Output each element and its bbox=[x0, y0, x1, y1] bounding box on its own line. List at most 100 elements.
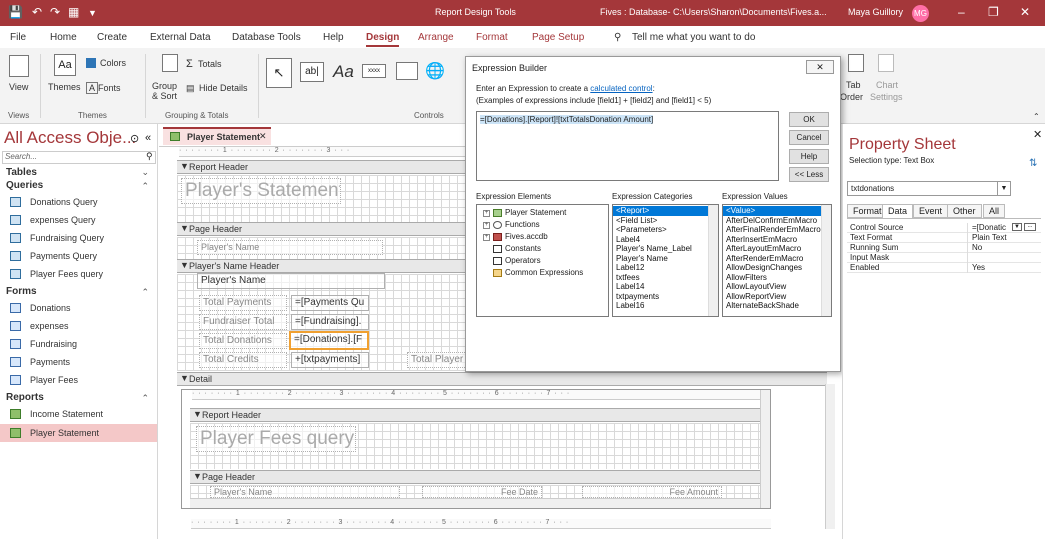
search-icon[interactable]: ⚲ bbox=[614, 32, 621, 43]
category-item[interactable]: <Report> bbox=[613, 206, 718, 216]
button-control-icon[interactable]: xxxx bbox=[362, 64, 386, 78]
values-scrollbar[interactable] bbox=[821, 205, 831, 316]
themes-button[interactable]: Themes bbox=[48, 82, 81, 92]
subreport-control[interactable]: · · · · · · · 1 · · · · · · · 2 · · · · … bbox=[181, 389, 771, 509]
customize-icon[interactable]: ▼ bbox=[88, 8, 97, 18]
close-tab-icon[interactable]: ✕ bbox=[259, 131, 267, 142]
nav-section-forms[interactable]: Forms bbox=[6, 286, 37, 297]
tab-page-setup[interactable]: Page Setup bbox=[532, 32, 584, 43]
ps-tab-other[interactable]: Other bbox=[947, 204, 982, 218]
nav-section-tables[interactable]: Tables bbox=[6, 167, 37, 178]
tab-control-icon[interactable] bbox=[396, 62, 418, 80]
search-icon[interactable]: ⚲ bbox=[146, 151, 153, 162]
collapse-icon[interactable]: ⌃ bbox=[141, 393, 149, 404]
category-item[interactable]: <Parameters> bbox=[613, 225, 718, 235]
less-button[interactable]: << Less bbox=[789, 167, 829, 182]
nav-search-input[interactable]: Search... bbox=[2, 151, 156, 164]
report-title-label[interactable]: Player's Statement bbox=[181, 178, 341, 204]
close-icon[interactable]: ✕ bbox=[1020, 5, 1030, 19]
tab-order-label[interactable]: Tab bbox=[846, 80, 861, 90]
total-donations-label[interactable]: Total Donations bbox=[199, 333, 287, 349]
ps-tab-event[interactable]: Event bbox=[913, 204, 949, 218]
subreport-horizontal-scrollbar[interactable] bbox=[190, 498, 760, 508]
tree-item-operators[interactable]: Operators bbox=[477, 255, 608, 267]
help-button[interactable]: Help bbox=[789, 149, 829, 164]
nav-title[interactable]: All Access Obje... bbox=[4, 128, 136, 148]
tab-help[interactable]: Help bbox=[323, 32, 344, 43]
nav-item-expenses-form[interactable]: expenses bbox=[0, 317, 157, 335]
save-icon[interactable]: 💾 bbox=[8, 5, 23, 19]
category-item[interactable]: Player's Name_Label bbox=[613, 244, 718, 254]
tab-database-tools[interactable]: Database Tools bbox=[232, 32, 301, 43]
restore-icon[interactable]: ❐ bbox=[988, 5, 999, 19]
view-button[interactable]: View bbox=[9, 82, 28, 92]
value-item[interactable]: AfterLayoutEmMacro bbox=[723, 244, 831, 254]
chevron-down-icon[interactable]: ▼ bbox=[997, 182, 1010, 195]
nav-item-expenses-query[interactable]: expenses Query bbox=[0, 211, 157, 229]
minimize-icon[interactable]: – bbox=[958, 5, 965, 19]
value-item[interactable]: AfterRenderEmMacro bbox=[723, 254, 831, 264]
category-item[interactable]: Label16 bbox=[613, 301, 718, 311]
calculated-control-link[interactable]: calculated control bbox=[590, 84, 652, 93]
expand-icon[interactable]: ⌄ bbox=[141, 167, 149, 178]
value-item[interactable]: AllowLayoutView bbox=[723, 282, 831, 292]
total-credits-label[interactable]: Total Credits bbox=[199, 352, 287, 368]
design-vertical-scrollbar[interactable] bbox=[825, 384, 835, 529]
nav-item-fundraising-query[interactable]: Fundraising Query bbox=[0, 229, 157, 247]
nav-item-player-statement[interactable]: Player Statement bbox=[0, 424, 157, 442]
category-item[interactable]: Player's Name bbox=[613, 254, 718, 264]
subreport-vertical-scrollbar[interactable] bbox=[760, 390, 770, 508]
total-payments-textbox[interactable]: =[Payments Qu bbox=[291, 295, 369, 311]
view-icon[interactable] bbox=[9, 55, 29, 77]
category-item[interactable]: txtfees bbox=[613, 273, 718, 283]
fundraiser-total-label[interactable]: Fundraiser Total bbox=[199, 314, 287, 330]
expression-textarea[interactable]: =[Donations].[Report]![txtTotalsDonation… bbox=[476, 111, 779, 181]
subreport-col-fee-amount[interactable]: Fee Amount bbox=[582, 486, 722, 498]
expression-elements-list[interactable]: + Player Statement + Functions + Fives.accd… bbox=[476, 204, 609, 317]
label-control-icon[interactable]: Aa bbox=[333, 62, 354, 82]
nav-item-payments-query[interactable]: Payments Query bbox=[0, 247, 157, 265]
property-row-running-sum[interactable]: Running Sum No bbox=[847, 243, 1041, 253]
nav-item-player-fees-query[interactable]: Player Fees query bbox=[0, 265, 157, 283]
total-credits-textbox[interactable]: +[txtpayments] bbox=[291, 352, 369, 368]
section-players-name-header[interactable]: ▼ Player's Name Header bbox=[177, 259, 477, 273]
nav-item-payments-form[interactable]: Payments bbox=[0, 353, 157, 371]
subreport-title-label[interactable]: Player Fees query bbox=[196, 426, 356, 452]
folder-icon[interactable]: ▦ bbox=[68, 5, 79, 19]
group-sort-button[interactable]: Group & Sort bbox=[152, 81, 182, 101]
subreport-col-fee-date[interactable]: Fee Date bbox=[422, 486, 542, 498]
hyperlink-control-icon[interactable]: 🌐 bbox=[425, 61, 445, 81]
undo-icon[interactable]: ↶ bbox=[32, 5, 42, 19]
subreport-section-page-header[interactable]: ▼ Page Header bbox=[190, 470, 760, 484]
value-item[interactable]: AfterFinalRenderEmMacro bbox=[723, 225, 831, 235]
sort-icon[interactable]: ⇅ bbox=[1029, 158, 1037, 169]
tab-external-data[interactable]: External Data bbox=[150, 32, 211, 43]
property-row-text-format[interactable]: Text Format Plain Text bbox=[847, 233, 1041, 243]
nav-item-player-fees-form[interactable]: Player Fees bbox=[0, 371, 157, 389]
colors-button[interactable]: Colors bbox=[100, 58, 126, 68]
tree-item-player-statement[interactable]: + Player Statement bbox=[477, 207, 608, 219]
value-item[interactable]: <Value> bbox=[723, 206, 831, 216]
category-item[interactable]: txtpayments bbox=[613, 292, 718, 302]
order-label[interactable]: Order bbox=[840, 92, 863, 102]
tree-item-common-expressions[interactable]: Common Expressions bbox=[477, 267, 608, 279]
subreport-col-players-name[interactable]: Player's Name bbox=[210, 486, 400, 498]
cancel-button[interactable]: Cancel bbox=[789, 130, 829, 145]
value-item[interactable]: AfterInsertEmMacro bbox=[723, 235, 831, 245]
property-row-control-source[interactable]: Control Source =[Donatic ▼... bbox=[847, 223, 1041, 233]
expression-values-list[interactable]: <Value> AfterDelConfirmEmMacro AfterFina… bbox=[722, 204, 832, 317]
tell-me-input[interactable]: Tell me what you want to do bbox=[632, 32, 755, 43]
players-name-textbox[interactable]: Player's Name bbox=[197, 273, 385, 289]
value-item[interactable]: AllowDesignChanges bbox=[723, 263, 831, 273]
select-pointer-icon[interactable]: ↖ bbox=[266, 58, 292, 88]
nav-item-income-statement[interactable]: Income Statement bbox=[0, 405, 157, 423]
tree-item-functions[interactable]: + Functions bbox=[477, 219, 608, 231]
hide-details-button[interactable]: Hide Details bbox=[199, 83, 248, 93]
tab-design[interactable]: Design bbox=[366, 32, 400, 47]
tab-format[interactable]: Format bbox=[476, 32, 508, 43]
avatar[interactable]: MG bbox=[912, 5, 929, 22]
section-page-header[interactable]: ▼ Page Header bbox=[177, 222, 477, 236]
category-item[interactable]: Label12 bbox=[613, 263, 718, 273]
tab-player-statement[interactable]: Player Statement ✕ bbox=[163, 127, 271, 145]
redo-icon[interactable]: ↷ bbox=[50, 5, 60, 19]
